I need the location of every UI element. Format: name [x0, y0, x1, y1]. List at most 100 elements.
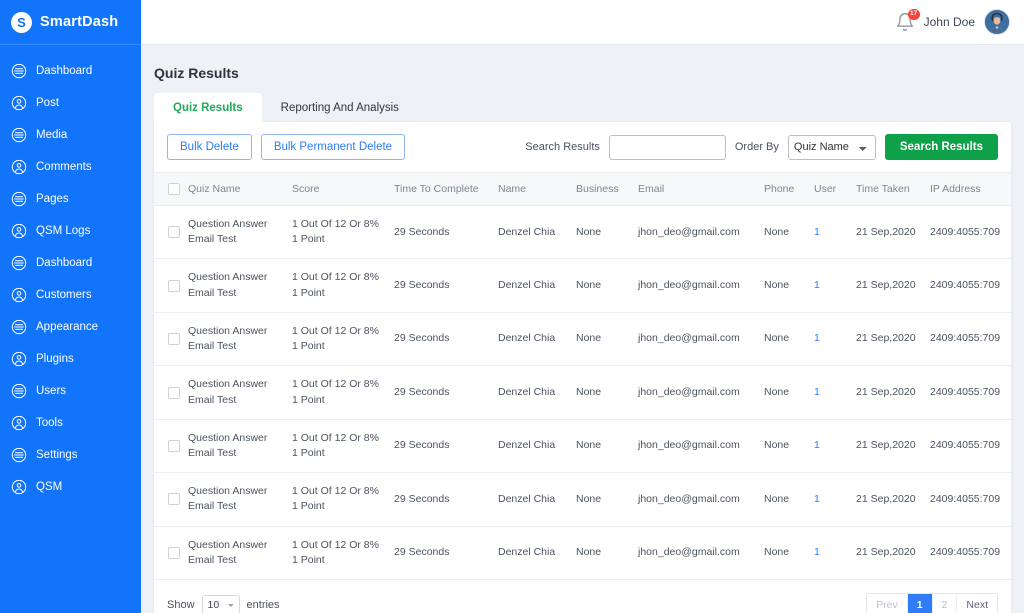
cell-ip-address: 2409:4055:709: [926, 526, 1011, 581]
sidebar-item-post[interactable]: Post: [0, 87, 141, 119]
row-select-cell: [154, 312, 184, 367]
search-results-button[interactable]: Search Results: [884, 134, 998, 160]
cell-phone: None: [760, 205, 810, 260]
user-link[interactable]: 1: [814, 332, 820, 344]
row-checkbox[interactable]: [168, 386, 180, 399]
header-business[interactable]: Business: [572, 172, 634, 206]
user-name: John Doe: [923, 15, 975, 29]
header-time-to-complete[interactable]: Time To Complete: [390, 172, 494, 206]
header-user[interactable]: User: [810, 172, 852, 206]
sidebar-item-label: Appearance: [36, 321, 99, 333]
sidebar-item-label: Post: [36, 97, 60, 109]
cell-phone: None: [760, 365, 810, 420]
cell-name: Denzel Chia: [494, 526, 572, 581]
cell-phone: None: [760, 258, 810, 313]
select-all-checkbox[interactable]: [168, 183, 180, 195]
results-card: Bulk Delete Bulk Permanent Delete Search…: [154, 122, 1011, 613]
sidebar-item-pages[interactable]: Pages: [0, 183, 141, 215]
sidebar-item-customers[interactable]: Customers: [0, 279, 141, 311]
sidebar-item-users[interactable]: Users: [0, 375, 141, 407]
header-name[interactable]: Name: [494, 172, 572, 206]
sidebar-item-qsm-logs[interactable]: QSM Logs: [0, 215, 141, 247]
cell-user: 1: [810, 526, 852, 581]
brand[interactable]: S SmartDash: [0, 0, 141, 45]
cell-email: jhon_deo@gmail.com: [634, 205, 760, 260]
order-by-select[interactable]: Quiz Name: [787, 134, 876, 160]
cell-time-taken: 21 Sep,2020: [852, 365, 926, 420]
row-checkbox[interactable]: [168, 546, 180, 559]
sidebar-item-dashboard[interactable]: Dashboard: [0, 247, 141, 279]
order-by-label: Order By: [734, 141, 779, 153]
header-email[interactable]: Email: [634, 172, 760, 206]
pagination-next[interactable]: Next: [956, 594, 997, 613]
table-header-row: Quiz Name Score Time To Complete Name Bu…: [154, 172, 1011, 206]
tab-reporting-and-analysis[interactable]: Reporting And Analysis: [262, 93, 418, 122]
sidebar-item-label: Media: [36, 129, 68, 141]
score-line-1: 1 Out Of 12 Or 8%: [292, 431, 379, 444]
bulk-delete-button[interactable]: Bulk Delete: [167, 134, 252, 160]
user-link[interactable]: 1: [814, 386, 820, 398]
row-checkbox[interactable]: [168, 226, 180, 239]
cell-business: None: [572, 365, 634, 420]
cell-score: 1 Out Of 12 Or 8% 1 Point: [288, 419, 390, 474]
sidebar-item-label: Pages: [36, 193, 69, 205]
cell-name: Denzel Chia: [494, 419, 572, 474]
pagination-2[interactable]: 2: [931, 594, 957, 613]
row-checkbox[interactable]: [168, 493, 180, 506]
cell-phone: None: [760, 312, 810, 367]
sidebar-item-label: QSM Logs: [36, 225, 91, 237]
search-results-label: Search Results: [525, 141, 600, 153]
avatar[interactable]: [984, 9, 1010, 35]
bulk-permanent-delete-button[interactable]: Bulk Permanent Delete: [260, 134, 406, 160]
table-row: Question Answer Email Test 1 Out Of 12 Or…: [154, 205, 1011, 260]
row-select-cell: [154, 526, 184, 581]
sidebar-item-label: Tools: [36, 417, 63, 429]
cell-user: 1: [810, 419, 852, 474]
user-link[interactable]: 1: [814, 546, 820, 558]
cell-time-to-complete: 29 Seconds: [390, 526, 494, 581]
user-link[interactable]: 1: [814, 226, 820, 238]
entries-label: entries: [246, 599, 280, 612]
row-checkbox[interactable]: [168, 439, 180, 452]
header-phone[interactable]: Phone: [760, 172, 810, 206]
cell-name: Denzel Chia: [494, 258, 572, 313]
cell-quiz-name: Question Answer Email Test: [184, 472, 288, 527]
score-line-2: 1 Point: [292, 286, 325, 299]
bell-icon[interactable]: 17: [895, 9, 920, 32]
header-quiz-name[interactable]: Quiz Name: [184, 172, 288, 206]
sidebar-item-qsm[interactable]: QSM: [0, 471, 141, 503]
entries-per-page-select[interactable]: 102550100: [201, 594, 240, 613]
tab-quiz-results[interactable]: Quiz Results: [154, 93, 262, 122]
header-ip-address[interactable]: IP Address: [926, 172, 1011, 206]
cell-business: None: [572, 472, 634, 527]
header-time-taken[interactable]: Time Taken: [852, 172, 926, 206]
sidebar-item-tools[interactable]: Tools: [0, 407, 141, 439]
sidebar-item-appearance[interactable]: Appearance: [0, 311, 141, 343]
sidebar-item-label: Dashboard: [36, 65, 93, 77]
row-checkbox[interactable]: [168, 333, 180, 346]
cell-ip-address: 2409:4055:709: [926, 419, 1011, 474]
show-label: Show: [167, 599, 195, 612]
sidebar-item-dashboard[interactable]: Dashboard: [0, 55, 141, 87]
sidebar-item-settings[interactable]: Settings: [0, 439, 141, 471]
header-score[interactable]: Score: [288, 172, 390, 206]
cell-time-taken: 21 Sep,2020: [852, 419, 926, 474]
pagination-1[interactable]: 1: [906, 594, 932, 613]
cell-time-to-complete: 29 Seconds: [390, 365, 494, 420]
sidebar-item-plugins[interactable]: Plugins: [0, 343, 141, 375]
sidebar-item-media[interactable]: Media: [0, 119, 141, 151]
search-input[interactable]: [608, 134, 726, 160]
cell-ip-address: 2409:4055:709: [926, 365, 1011, 420]
cell-email: jhon_deo@gmail.com: [634, 312, 760, 367]
user-link[interactable]: 1: [814, 279, 820, 291]
sidebar-item-comments[interactable]: Comments: [0, 151, 141, 183]
list-circle-icon: [11, 383, 27, 399]
cell-name: Denzel Chia: [494, 472, 572, 527]
user-link[interactable]: 1: [814, 439, 820, 451]
row-checkbox[interactable]: [168, 279, 180, 292]
score-line-2: 1 Point: [292, 393, 325, 406]
score-line-1: 1 Out Of 12 Or 8%: [292, 538, 379, 551]
table-toolbar: Bulk Delete Bulk Permanent Delete Search…: [154, 122, 1011, 172]
user-link[interactable]: 1: [814, 493, 820, 505]
score-line-2: 1 Point: [292, 340, 325, 353]
